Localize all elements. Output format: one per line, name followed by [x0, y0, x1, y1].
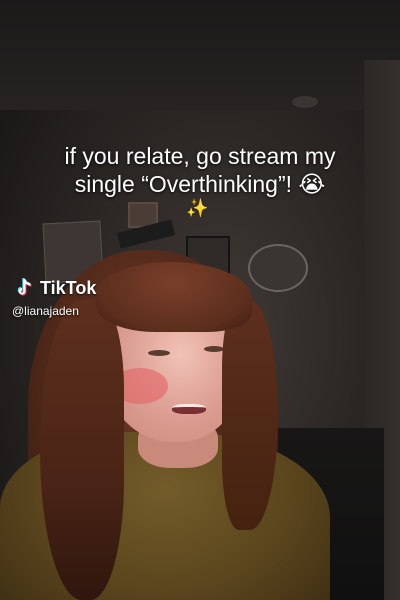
- video-caption: if you relate, go stream my single “Over…: [10, 142, 390, 198]
- tiktok-watermark: TikTok: [12, 276, 96, 300]
- person-hair-left: [40, 300, 124, 600]
- person-bangs: [96, 262, 252, 332]
- wall-clock: [248, 244, 308, 292]
- creator-handle[interactable]: @lianajaden: [12, 304, 79, 318]
- tiktok-note-icon: [17, 278, 32, 296]
- person-eye-right: [204, 346, 224, 352]
- person-mouth: [172, 404, 206, 414]
- caption-line-2: single “Overthinking”! 😭: [74, 171, 326, 197]
- tiktok-logo-text: TikTok: [40, 277, 97, 298]
- person-hair-right: [222, 300, 278, 530]
- ceiling-light: [292, 96, 318, 108]
- room-ceiling: [0, 0, 400, 110]
- person-eye-left: [148, 350, 170, 356]
- video-frame[interactable]: [0, 0, 400, 600]
- sparkle-emoji: ✨: [186, 198, 209, 218]
- caption-line-1: if you relate, go stream my: [64, 143, 336, 169]
